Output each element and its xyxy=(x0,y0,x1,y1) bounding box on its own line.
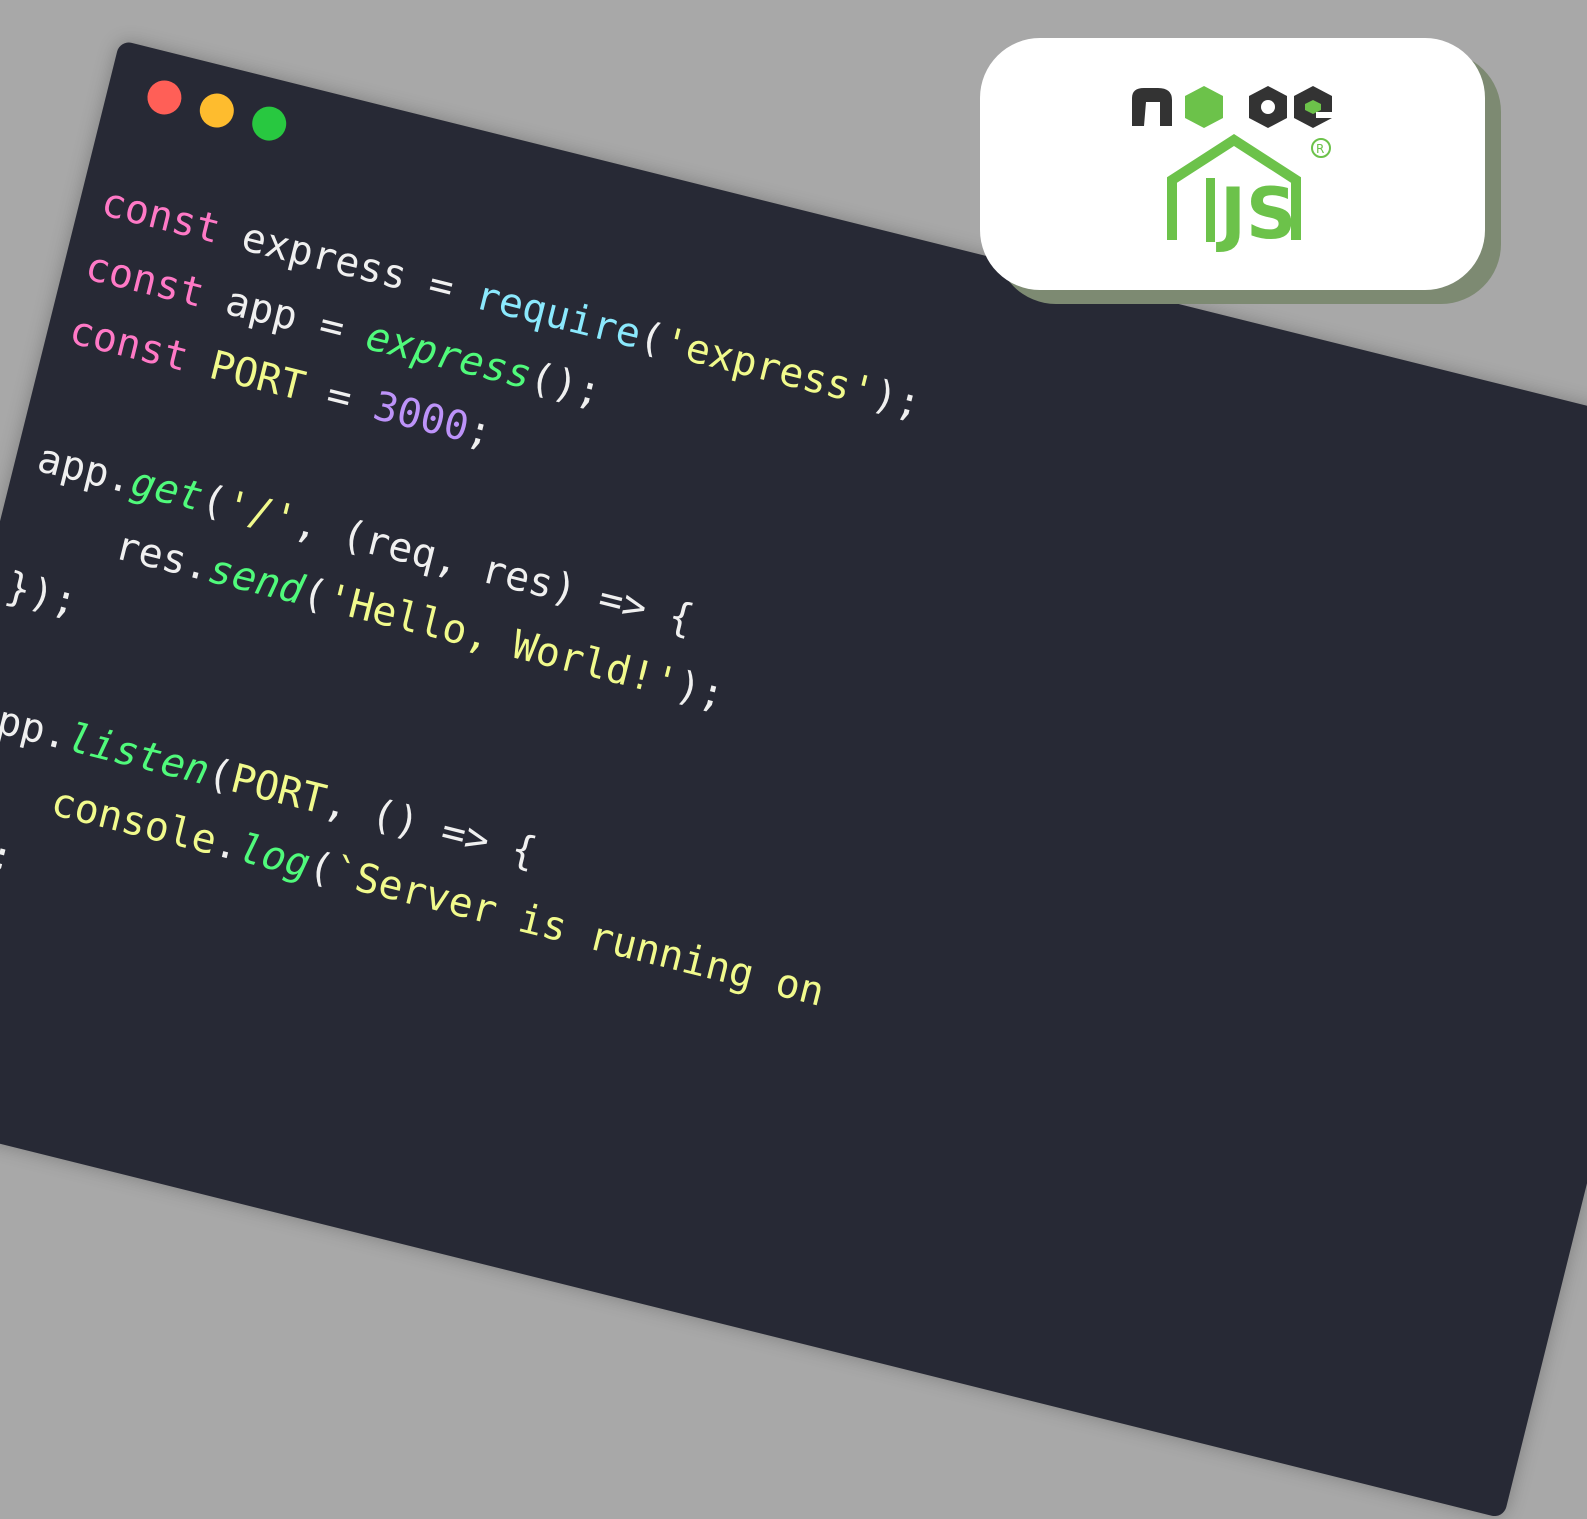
code-token: app. xyxy=(32,435,138,504)
code-token: = xyxy=(298,365,380,428)
nodejs-logo-icon: JS R xyxy=(1132,86,1334,255)
logo-letter-n xyxy=(1132,88,1172,126)
close-window-button[interactable] xyxy=(143,76,186,119)
minimize-window-button[interactable] xyxy=(196,89,238,132)
code-token: get xyxy=(126,458,208,521)
code-token: PORT xyxy=(205,342,310,411)
code-token: '/' xyxy=(219,481,302,545)
code-token: }); xyxy=(0,819,19,882)
code-token: 3000 xyxy=(368,383,474,451)
code-token: ); xyxy=(671,662,730,719)
nodejs-logo-card: JS R xyxy=(980,38,1485,290)
logo-js-text: JS xyxy=(1216,173,1296,255)
code-block: const express = require('express'); const… xyxy=(0,170,998,1096)
window-controls xyxy=(143,76,290,145)
logo-letter-o-hexagon xyxy=(1185,86,1223,128)
code-token: (); xyxy=(524,353,607,417)
maximize-window-button[interactable] xyxy=(248,102,290,145)
code-token: }); xyxy=(1,563,83,626)
code-token: PORT xyxy=(226,755,331,824)
code-token: ); xyxy=(867,371,926,428)
code-token: send xyxy=(203,546,309,614)
svg-text:R: R xyxy=(1316,142,1324,156)
code-token: app. xyxy=(0,691,74,760)
code-token: log xyxy=(233,825,315,888)
